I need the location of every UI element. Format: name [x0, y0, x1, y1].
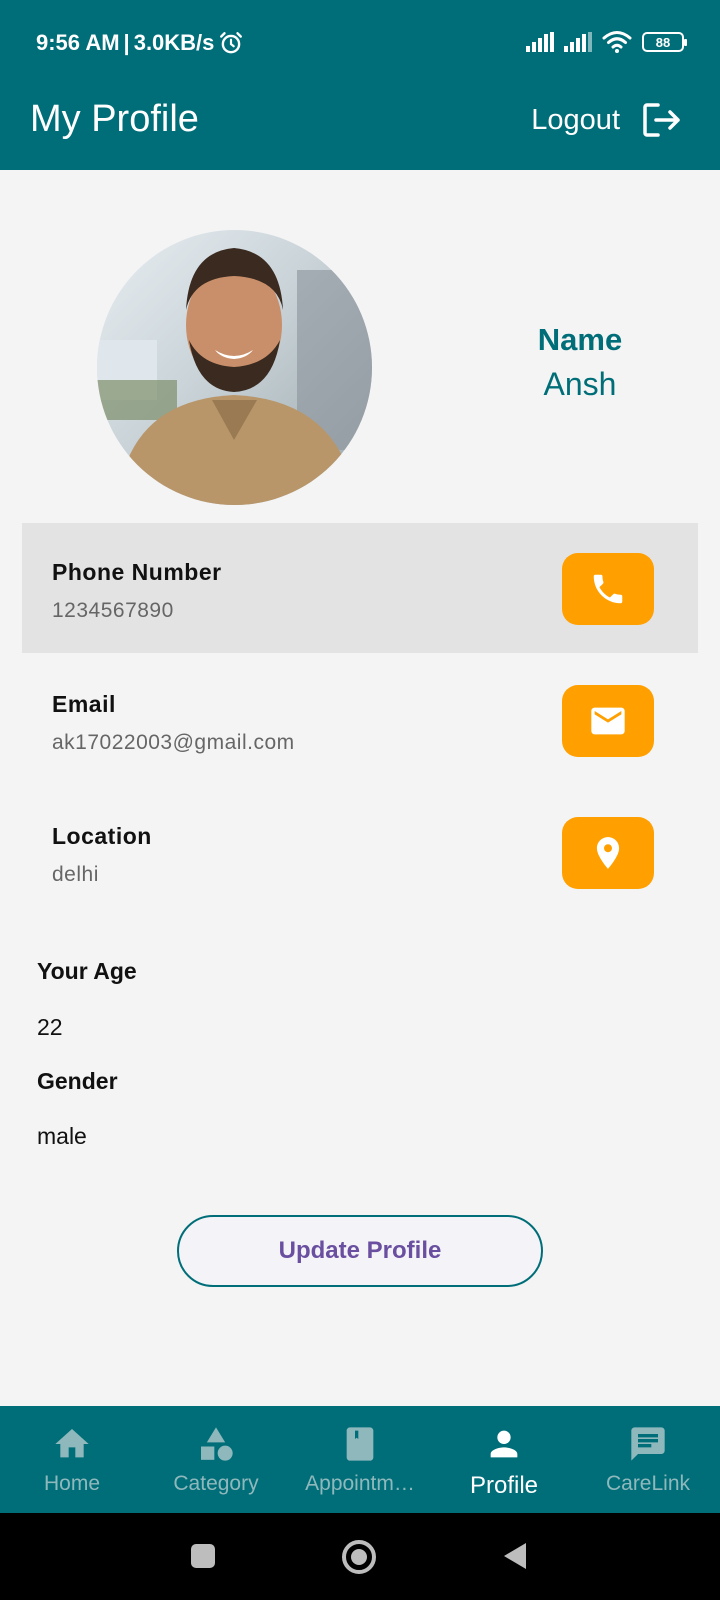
status-bar: 9:56 AM | 3.0KB/s 88	[0, 0, 720, 84]
status-separator: |	[123, 30, 130, 55]
age-value: 22	[37, 1014, 63, 1040]
nav-category-label: Category	[173, 1472, 259, 1495]
network-speed: 3.0KB/s	[133, 30, 215, 55]
signal-icon	[564, 32, 592, 52]
name-label: Name	[537, 322, 623, 357]
avatar-photo	[97, 248, 372, 505]
status-left: 9:56 AM | 3.0KB/s	[36, 30, 244, 56]
email-value: ak17022003@gmail.com	[52, 731, 295, 754]
person-icon	[490, 1430, 518, 1458]
location-value: delhi	[52, 863, 99, 886]
book-icon	[346, 1427, 374, 1461]
battery-icon: 88	[642, 32, 687, 52]
update-profile-button[interactable]: Update Profile	[177, 1215, 543, 1287]
alarm-icon	[220, 32, 243, 54]
email-button[interactable]	[562, 685, 654, 757]
location-row[interactable]: Location delhi	[22, 787, 698, 917]
home-nav-icon[interactable]	[341, 1539, 377, 1575]
nav-category[interactable]: Category	[144, 1406, 288, 1513]
wifi-icon	[602, 31, 632, 53]
age-label: Your Age	[37, 958, 137, 984]
logout-icon	[643, 103, 680, 137]
name-block: Name Ansh	[500, 322, 660, 403]
name-value: Ansh	[543, 366, 617, 402]
phone-row[interactable]: Phone Number 1234567890	[22, 523, 698, 653]
phone-icon	[593, 574, 623, 604]
nav-home[interactable]: Home	[0, 1406, 144, 1513]
logout-label: Logout	[531, 103, 620, 136]
recents-icon[interactable]	[190, 1543, 216, 1569]
app-bar: My Profile Logout	[0, 84, 720, 170]
nav-profile[interactable]: Profile	[432, 1406, 576, 1513]
home-icon	[55, 1429, 89, 1458]
back-icon[interactable]	[502, 1541, 528, 1571]
system-nav-bar	[0, 1513, 720, 1600]
category-icon	[201, 1427, 233, 1461]
battery-level: 88	[655, 34, 671, 50]
nav-appointments-label: Appointm…	[305, 1472, 415, 1495]
call-button[interactable]	[562, 553, 654, 625]
nav-carelink-label: CareLink	[605, 1472, 691, 1495]
location-label: Location	[52, 823, 152, 849]
chat-icon	[631, 1427, 665, 1461]
email-label: Email	[52, 691, 116, 717]
status-right: 88	[526, 30, 687, 54]
mail-icon	[591, 707, 625, 735]
status-time: 9:56 AM	[36, 30, 120, 55]
logout-button[interactable]: Logout	[531, 102, 682, 138]
page-title: My Profile	[30, 98, 199, 140]
avatar	[97, 230, 372, 505]
phone-label: Phone Number	[52, 559, 222, 585]
bottom-nav: Home Category Appointm… Profile CareLink	[0, 1406, 720, 1513]
nav-profile-label: Profile	[469, 1472, 539, 1499]
nav-home-label: Home	[43, 1472, 101, 1495]
signal-icon	[526, 32, 554, 52]
gender-value: male	[37, 1123, 87, 1149]
nav-carelink[interactable]: CareLink	[576, 1406, 720, 1513]
location-button[interactable]	[562, 817, 654, 889]
nav-appointments[interactable]: Appointm…	[288, 1406, 432, 1513]
phone-value: 1234567890	[52, 599, 174, 622]
email-row[interactable]: Email ak17022003@gmail.com	[22, 655, 698, 785]
location-pin-icon	[596, 837, 620, 869]
gender-label: Gender	[37, 1068, 118, 1094]
